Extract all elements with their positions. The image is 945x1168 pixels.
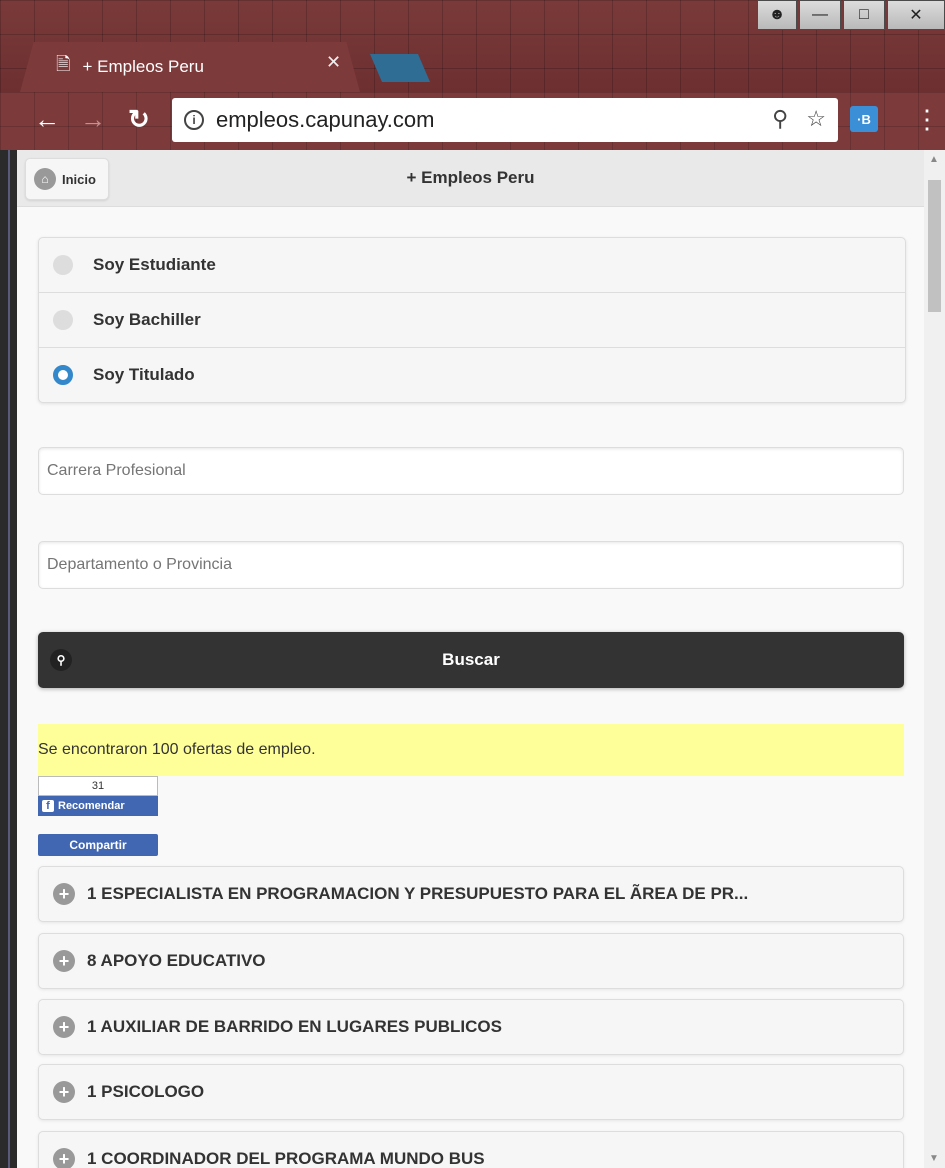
job-title: 8 APOYO EDUCATIVO xyxy=(87,951,266,970)
radio-estudiante[interactable]: Soy Estudiante xyxy=(39,238,905,293)
job-item[interactable]: + 1 COORDINADOR DEL PROGRAMA MUNDO BUS xyxy=(38,1131,904,1168)
search-button[interactable]: ⚲ Buscar xyxy=(38,632,904,688)
radio-checked-icon xyxy=(53,365,73,385)
back-icon[interactable]: ← xyxy=(34,104,60,134)
radio-bachiller[interactable]: Soy Bachiller xyxy=(39,293,905,348)
tab-close-icon[interactable]: ✕ xyxy=(326,52,341,73)
expand-plus-icon: + xyxy=(53,1016,75,1038)
vertical-scrollbar[interactable]: ▲ ▼ xyxy=(924,150,945,1168)
page-viewport: ⌂ Inicio + Empleos Peru Soy Estudiante S… xyxy=(17,150,924,1168)
like-label: Recomendar xyxy=(58,800,125,812)
window-controls: ☻ — □ ✕ xyxy=(757,0,945,32)
menu-icon[interactable]: ⋮ xyxy=(914,104,940,135)
expand-plus-icon: + xyxy=(53,1148,75,1168)
expand-plus-icon: + xyxy=(53,883,75,905)
radio-unchecked-icon xyxy=(53,255,73,275)
address-bar[interactable]: i empleos.capunay.com ⚲ ☆ xyxy=(172,98,838,142)
job-title: 1 ESPECIALISTA EN PROGRAMACION Y PRESUPU… xyxy=(87,884,749,903)
education-radio-group: Soy Estudiante Soy Bachiller Soy Titulad… xyxy=(38,237,906,403)
facebook-share-button[interactable]: Compartir xyxy=(38,834,158,856)
radio-label: Soy Titulado xyxy=(93,365,195,384)
minimize-button[interactable]: — xyxy=(799,0,841,30)
scroll-thumb[interactable] xyxy=(928,180,941,312)
job-item[interactable]: + 1 PSICOLOGO xyxy=(38,1064,904,1120)
job-item[interactable]: + 1 ESPECIALISTA EN PROGRAMACION Y PRESU… xyxy=(38,866,904,922)
window-left-edge xyxy=(0,150,17,1168)
scroll-down-icon[interactable]: ▼ xyxy=(929,1153,939,1164)
radio-titulado[interactable]: Soy Titulado xyxy=(39,348,905,402)
reload-icon[interactable]: ↻ xyxy=(128,104,150,134)
job-item[interactable]: + 1 AUXILIAR DE BARRIDO EN LUGARES PUBLI… xyxy=(38,999,904,1055)
url-text: empleos.capunay.com xyxy=(216,107,435,132)
like-count: 31 xyxy=(38,776,158,796)
expand-plus-icon: + xyxy=(53,950,75,972)
facebook-icon: f xyxy=(42,800,54,812)
career-input[interactable] xyxy=(38,447,904,495)
tab-title: + Empleos Peru xyxy=(82,57,204,76)
radio-label: Soy Estudiante xyxy=(93,255,216,274)
close-window-button[interactable]: ✕ xyxy=(887,0,945,30)
maximize-button[interactable]: □ xyxy=(843,0,885,30)
page-title: + Empleos Peru xyxy=(406,168,535,187)
like-label-wrap: f Recomendar xyxy=(38,796,158,816)
radio-label: Soy Bachiller xyxy=(93,310,201,329)
search-icon: ⚲ xyxy=(50,649,72,671)
job-title: 1 PSICOLOGO xyxy=(87,1082,205,1101)
location-input[interactable] xyxy=(38,541,904,589)
info-icon[interactable]: i xyxy=(184,110,204,130)
profile-icon[interactable]: ☻ xyxy=(757,0,797,30)
scroll-up-icon[interactable]: ▲ xyxy=(929,154,939,165)
zoom-icon[interactable]: ⚲ xyxy=(772,106,788,132)
results-notice: Se encontraron 100 ofertas de empleo. xyxy=(38,724,904,776)
radio-unchecked-icon xyxy=(53,310,73,330)
job-title: 1 AUXILIAR DE BARRIDO EN LUGARES PUBLICO… xyxy=(87,1017,502,1036)
facebook-like-button[interactable]: 31 f Recomendar xyxy=(38,776,158,826)
tab-label-wrap: 🗎 + Empleos Peru xyxy=(56,52,204,82)
star-icon[interactable]: ☆ xyxy=(806,106,826,132)
job-title: 1 COORDINADOR DEL PROGRAMA MUNDO BUS xyxy=(87,1149,485,1168)
page-icon: 🗎 xyxy=(56,54,71,74)
page-header: ⌂ Inicio + Empleos Peru xyxy=(17,150,924,207)
search-label: Buscar xyxy=(442,650,500,669)
job-item[interactable]: + 8 APOYO EDUCATIVO xyxy=(38,933,904,989)
extension-icon[interactable]: ·B xyxy=(850,106,878,132)
expand-plus-icon: + xyxy=(53,1081,75,1103)
forward-icon[interactable]: → xyxy=(80,104,106,134)
